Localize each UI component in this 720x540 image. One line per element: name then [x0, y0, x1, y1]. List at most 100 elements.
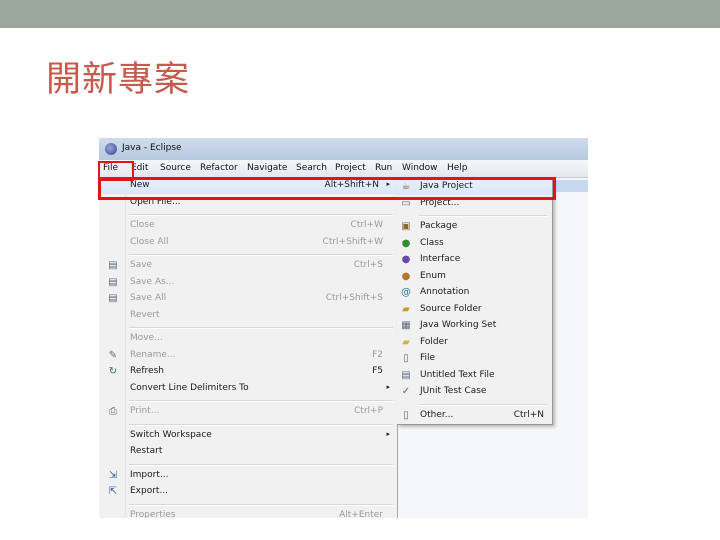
menu-source[interactable]: Source: [160, 163, 191, 173]
window-title: Java - Eclipse: [122, 143, 182, 153]
file-menu-item-label: Revert: [130, 309, 160, 320]
file-menu-item-label: Properties: [130, 509, 176, 519]
menu-separator: [419, 215, 547, 217]
submenu-arrow-icon: ▸: [386, 382, 390, 391]
folder-icon: ▰: [402, 336, 410, 348]
file-menu-item-refresh[interactable]: ↻ Refresh F5: [99, 364, 397, 380]
file-menu-item-label: Save: [130, 260, 153, 270]
file-menu-item-close[interactable]: Close Ctrl+W: [99, 218, 397, 234]
new-submenu-item-enum[interactable]: ● Enum: [397, 269, 552, 285]
file-menu: New Alt+Shift+N ▸ Open File... Close Ctrl+W Cl…: [99, 177, 398, 518]
new-submenu-item-label: JUnit Test Case: [420, 386, 487, 396]
new-submenu-item-package[interactable]: ▣ Package: [397, 219, 552, 235]
menubar: File Edit Source Refactor Navigate Searc…: [99, 160, 588, 178]
file-menu-item-label: Close: [130, 220, 155, 230]
menu-navigate[interactable]: Navigate: [247, 163, 287, 173]
file-menu-item-label: Save As...: [130, 276, 175, 287]
rename-icon: ✎: [108, 349, 118, 361]
new-submenu-item-java-working-set[interactable]: ▦ Java Working Set: [397, 318, 552, 334]
file-menu-item-move[interactable]: Move...: [99, 331, 397, 347]
file-menu-item-save-all[interactable]: ▤ Save All Ctrl+Shift+S: [99, 291, 397, 307]
file-menu-item-restart[interactable]: Restart: [99, 444, 397, 460]
file-menu-item-import[interactable]: ⇲ Import...: [99, 468, 397, 484]
menu-help[interactable]: Help: [447, 163, 468, 173]
annotation-icon: @: [401, 287, 411, 298]
export-icon: ⇱: [108, 486, 118, 497]
menu-separator: [129, 327, 393, 329]
file-menu-item-shortcut: Ctrl+Shift+W: [322, 236, 383, 247]
save-all-icon: ▤: [108, 293, 118, 304]
file-menu-item-label: Close All: [130, 236, 169, 247]
slide-top-bar: [0, 0, 720, 28]
file-menu-item-rename[interactable]: ✎ Rename... F2: [99, 348, 397, 364]
menu-separator: [129, 400, 393, 402]
new-submenu-item-label: Folder: [420, 336, 448, 347]
file-menu-item-revert[interactable]: Revert: [99, 308, 397, 324]
file-menu-item-shortcut: Ctrl+S: [353, 260, 383, 270]
file-menu-item-convert-line-delimiters-to[interactable]: Convert Line Delimiters To ▸: [99, 381, 397, 397]
new-submenu-item-file[interactable]: ▯ File: [397, 351, 552, 367]
save-icon: ▤: [108, 260, 118, 271]
new-submenu-item-class[interactable]: ● Class: [397, 236, 552, 252]
menu-separator: [419, 403, 547, 406]
new-java-project-highlight-box: [98, 177, 556, 200]
new-submenu-item-label: Untitled Text File: [420, 369, 495, 380]
new-submenu-item-untitled-text-file[interactable]: ▤ Untitled Text File: [397, 368, 552, 384]
new-submenu-item-source-folder[interactable]: ▰ Source Folder: [397, 302, 552, 318]
file-menu-item-switch-workspace[interactable]: Switch Workspace ▸: [99, 428, 397, 444]
eclipse-logo-icon: [105, 143, 117, 155]
menu-project[interactable]: Project: [335, 163, 366, 173]
save-as-icon: ▤: [108, 276, 118, 288]
new-submenu-item-other[interactable]: ▯ Other... Ctrl+N: [397, 408, 552, 424]
submenu-arrow-icon: ▸: [386, 429, 390, 438]
new-submenu-item-interface[interactable]: ● Interface: [397, 252, 552, 268]
file-menu-item-label: Export...: [130, 486, 169, 496]
package-icon: ▣: [401, 221, 411, 232]
new-submenu-item-label: Java Working Set: [420, 320, 497, 330]
menu-window[interactable]: Window: [402, 163, 438, 173]
file-menu-item-save-as[interactable]: ▤ Save As...: [99, 275, 397, 291]
new-submenu-item-label: Package: [420, 221, 458, 231]
class-icon: ●: [401, 237, 411, 249]
text-file-icon: ▤: [401, 369, 411, 381]
other-icon: ▯: [403, 409, 409, 421]
new-submenu-item-shortcut: Ctrl+N: [513, 409, 544, 420]
file-menu-item-save[interactable]: ▤ Save Ctrl+S: [99, 258, 397, 274]
menu-separator: [129, 254, 393, 256]
print-icon: ⎙: [109, 406, 117, 417]
new-submenu-item-label: File: [420, 353, 436, 363]
enum-icon: ●: [401, 270, 411, 282]
menu-separator: [129, 503, 393, 506]
file-menu-item-label: Save All: [130, 293, 167, 303]
window-titlebar: Java - Eclipse: [99, 138, 588, 160]
new-submenu-item-folder[interactable]: ▰ Folder: [397, 335, 552, 351]
file-menu-item-export[interactable]: ⇱ Export...: [99, 484, 397, 500]
new-submenu-item-label: Annotation: [420, 287, 470, 297]
file-menu-item-label: Import...: [130, 469, 169, 480]
source-folder-icon: ▰: [402, 303, 410, 315]
file-menu-item-properties[interactable]: Properties Alt+Enter: [99, 508, 397, 519]
file-menu-item-label: Switch Workspace: [130, 429, 212, 440]
new-submenu-item-label: Source Folder: [420, 303, 482, 314]
file-menu-item-shortcut: F5: [372, 366, 383, 376]
file-menu-item-label: Rename...: [130, 349, 176, 360]
menu-refactor[interactable]: Refactor: [200, 163, 238, 173]
new-submenu-item-annotation[interactable]: @ Annotation: [397, 285, 552, 301]
file-menu-item-shortcut: Alt+Enter: [339, 509, 383, 519]
file-icon: ▯: [403, 353, 409, 364]
file-menu-item-label: Move...: [130, 333, 163, 343]
menu-separator: [129, 423, 393, 426]
new-submenu-item-junit-test-case[interactable]: ✓ JUnit Test Case: [397, 384, 552, 400]
new-submenu-item-label: Interface: [420, 254, 461, 264]
file-menu-item-close-all[interactable]: Close All Ctrl+Shift+W: [99, 235, 397, 251]
file-menu-item-shortcut: F2: [372, 349, 383, 360]
file-menu-item-label: Convert Line Delimiters To: [130, 382, 249, 393]
file-menu-item-shortcut: Ctrl+P: [354, 406, 383, 416]
file-menu-item-shortcut: Ctrl+Shift+S: [325, 293, 383, 303]
menu-search[interactable]: Search: [296, 163, 327, 173]
editor-area-strip: [552, 180, 588, 192]
file-menu-item-print[interactable]: ⎙ Print... Ctrl+P: [99, 404, 397, 420]
menu-run[interactable]: Run: [375, 163, 392, 173]
new-submenu-item-label: Class: [420, 237, 444, 248]
menu-separator: [129, 463, 393, 466]
